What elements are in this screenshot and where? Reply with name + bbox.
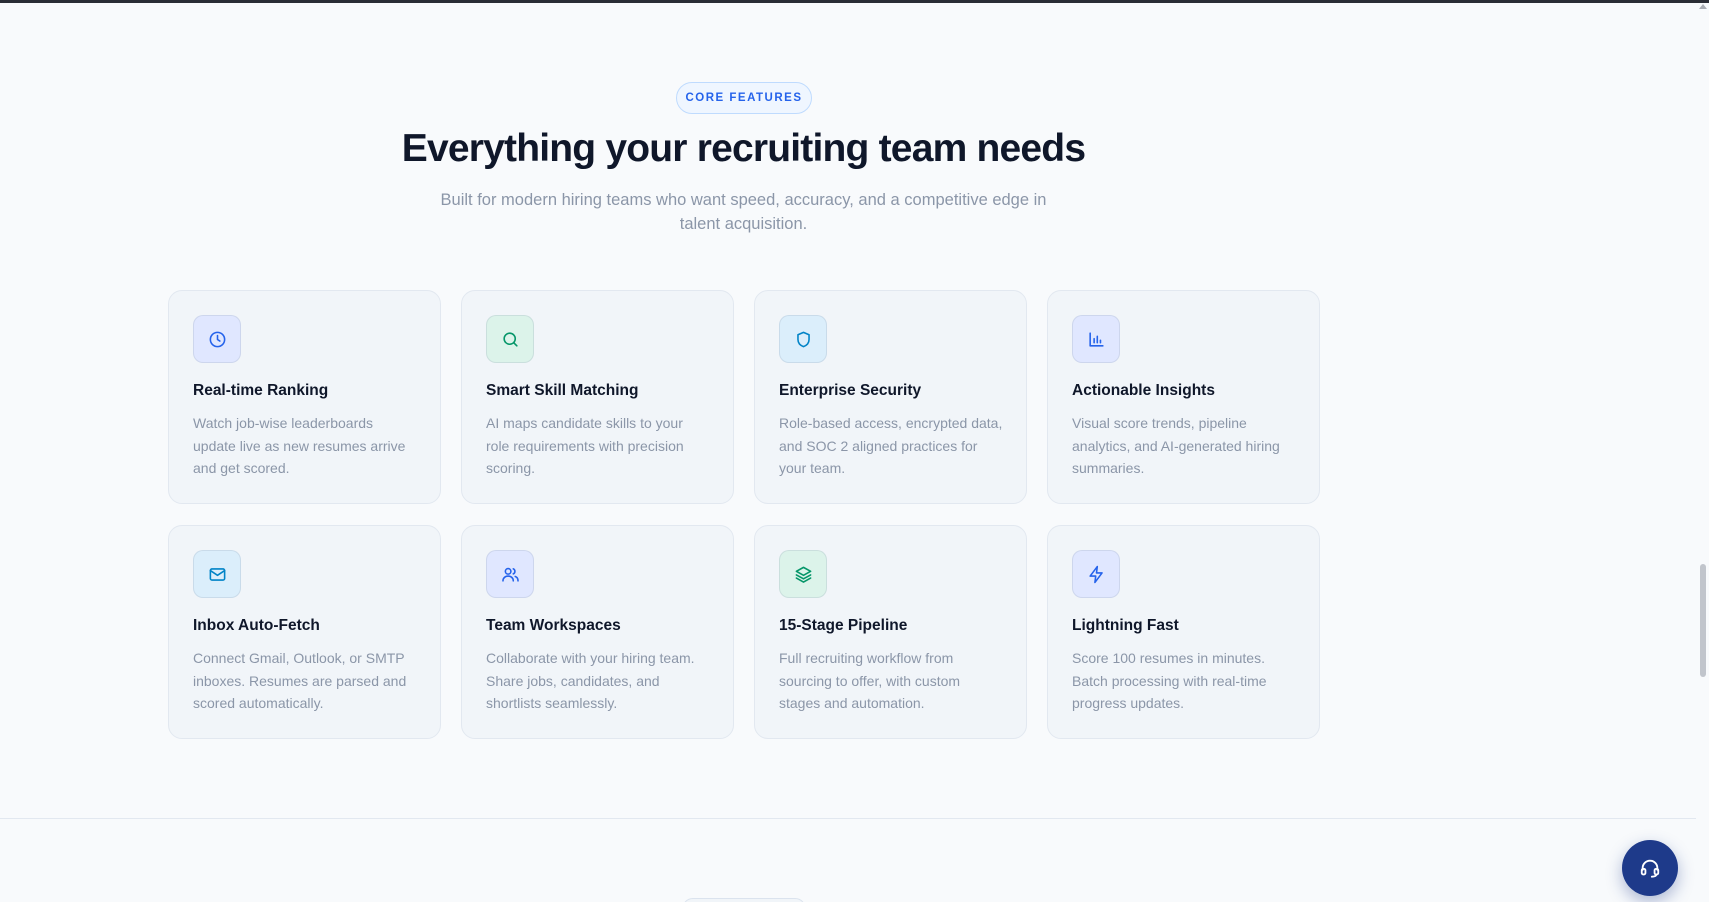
support-chat-button[interactable]: [1622, 840, 1678, 896]
next-section-badge: [682, 898, 806, 902]
feature-description: Collaborate with your hiring team. Share…: [486, 650, 695, 711]
feature-title: 15-Stage Pipeline: [779, 617, 908, 634]
feature-title: Lightning Fast: [1072, 617, 1179, 634]
feature-title: Inbox Auto-Fetch: [193, 617, 320, 634]
mail-icon: [193, 550, 241, 598]
feature-description: Role-based access, encrypted data, and S…: [779, 415, 1003, 476]
layers-icon: [779, 550, 827, 598]
feature-title: Smart Skill Matching: [486, 382, 639, 399]
feature-title: Real-time Ranking: [193, 382, 329, 399]
feature-card-team-workspaces: Team Workspaces Collaborate with your hi…: [461, 525, 734, 739]
section-title: Everything your recruiting team needs: [401, 127, 1086, 170]
feature-card-lightning-fast: Lightning Fast Score 100 resumes in minu…: [1047, 525, 1320, 739]
scrollbar-thumb[interactable]: [1700, 564, 1706, 677]
feature-card-actionable-insights: Actionable Insights Visual score trends,…: [1047, 290, 1320, 504]
feature-card-enterprise-security: Enterprise Security Role-based access, e…: [754, 290, 1027, 504]
feature-title: Actionable Insights: [1072, 382, 1215, 399]
search-icon: [486, 315, 534, 363]
feature-card-real-time-ranking: Real-time Ranking Watch job-wise leaderb…: [168, 290, 441, 504]
feature-description: AI maps candidate skills to your role re…: [486, 415, 684, 476]
feature-card-inbox-auto-fetch: Inbox Auto-Fetch Connect Gmail, Outlook,…: [168, 525, 441, 739]
section-divider: [0, 818, 1696, 819]
scroll-up-arrow-icon[interactable]: [1699, 4, 1707, 9]
feature-description: Connect Gmail, Outlook, or SMTP inboxes.…: [193, 650, 407, 711]
feature-title: Team Workspaces: [486, 617, 621, 634]
feature-title: Enterprise Security: [779, 382, 922, 399]
bar-chart-icon: [1072, 315, 1120, 363]
feature-description: Full recruiting workflow from sourcing t…: [779, 650, 961, 711]
zap-icon: [1072, 550, 1120, 598]
clock-icon: [193, 315, 241, 363]
scrollbar-track[interactable]: [1696, 3, 1709, 902]
feature-description: Visual score trends, pipeline analytics,…: [1072, 415, 1280, 476]
feature-card-15-stage-pipeline: 15-Stage Pipeline Full recruiting workfl…: [754, 525, 1027, 739]
feature-card-smart-skill-matching: Smart Skill Matching AI maps candidate s…: [461, 290, 734, 504]
headset-icon: [1640, 859, 1660, 878]
page: CORE FEATURES Everything your recruiting…: [0, 0, 1709, 902]
feature-description: Score 100 resumes in minutes. Batch proc…: [1072, 650, 1267, 711]
shield-icon: [779, 315, 827, 363]
section-eyebrow-badge: CORE FEATURES: [676, 82, 812, 114]
users-icon: [486, 550, 534, 598]
features-section: CORE FEATURES Everything your recruiting…: [0, 3, 1696, 818]
feature-description: Watch job-wise leaderboards update live …: [193, 415, 406, 476]
features-grid: Real-time Ranking Watch job-wise leaderb…: [168, 290, 1321, 739]
section-subtitle: Built for modern hiring teams who want s…: [440, 191, 1047, 233]
